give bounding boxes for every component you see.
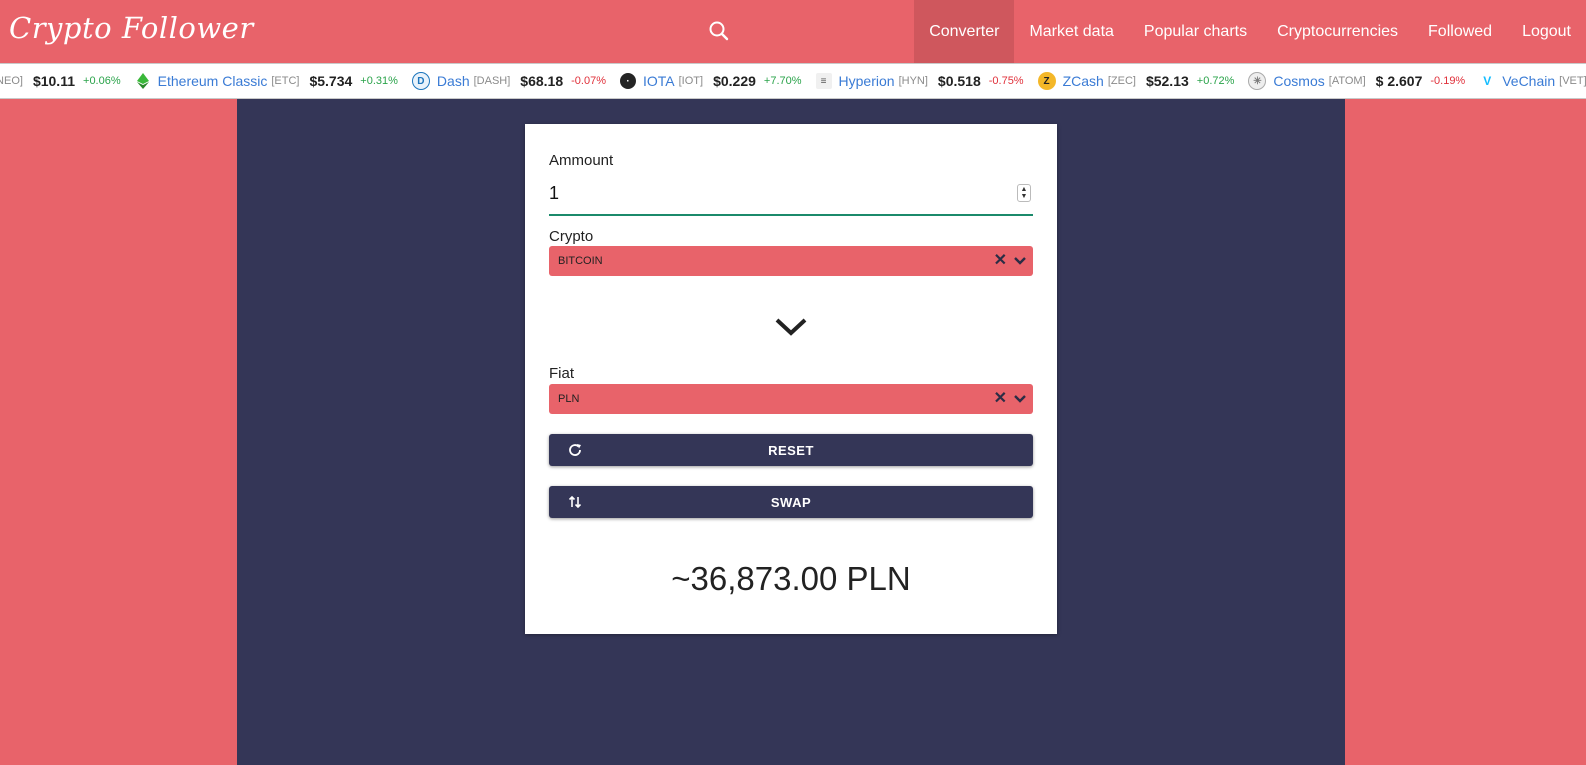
ticker-change: -0.07% <box>571 75 606 87</box>
ticker-name: Cosmos <box>1273 73 1325 89</box>
crypto-clear-icon[interactable]: ✕ <box>994 252 1007 270</box>
fiat-label: Fiat <box>549 365 575 382</box>
ticker-item-vechain[interactable]: V VeChain [VET] <box>1479 73 1586 89</box>
ticker-price: $68.18 <box>520 73 564 89</box>
ticker-price: $10.11 <box>32 73 76 89</box>
ticker-symbol: [ZEC] <box>1107 75 1136 87</box>
ticker-name: VeChain <box>1502 73 1556 89</box>
price-ticker: [NEO] $10.11 +0.06% Ethereum Classic [ET… <box>0 63 1586 99</box>
crypto-chevron-down-icon[interactable] <box>1013 254 1027 268</box>
fiat-clear-icon[interactable]: ✕ <box>994 390 1007 408</box>
ticker-item-etc[interactable]: Ethereum Classic [ETC] $5.734 +0.31% <box>135 73 398 89</box>
brand-logo[interactable]: Crypto Follower <box>9 11 254 45</box>
cosmos-icon: ✳ <box>1248 72 1267 90</box>
ticker-item-dash[interactable]: D Dash [DASH] $68.18 -0.07% <box>411 72 606 90</box>
ticker-symbol: [DASH] <box>473 75 511 87</box>
ticker-symbol: [IOT] <box>678 75 704 87</box>
nav-popular-charts[interactable]: Popular charts <box>1129 0 1262 63</box>
ticker-change: -0.75% <box>988 75 1024 87</box>
nav-market-data[interactable]: Market data <box>1014 0 1128 63</box>
search-icon[interactable] <box>706 18 732 44</box>
ticker-change: -0.19% <box>1430 75 1466 87</box>
ticker-item-neo[interactable]: [NEO] $10.11 +0.06% <box>0 73 121 89</box>
hyperion-icon: ≡ <box>815 73 832 89</box>
nav-cryptocurrencies[interactable]: Cryptocurrencies <box>1262 0 1413 63</box>
crypto-label: Crypto <box>549 228 594 245</box>
ticker-name: Dash <box>436 73 470 89</box>
ticker-item-iota[interactable]: · IOTA [IOT] $0.229 +7.70% <box>619 73 802 89</box>
reset-button[interactable]: RESET <box>549 434 1033 466</box>
reset-button-label: RESET <box>768 443 814 458</box>
ticker-price: $ 2.607 <box>1375 73 1423 89</box>
stepper-down-icon[interactable]: ▼ <box>1021 193 1028 200</box>
nav-links: Converter Market data Popular charts Cry… <box>914 0 1586 63</box>
amount-stepper[interactable]: ▲ ▼ <box>1017 184 1031 202</box>
fiat-chevron-down-icon[interactable] <box>1013 392 1027 406</box>
vechain-icon: V <box>1483 74 1492 88</box>
crypto-select-value: BITCOIN <box>558 255 603 267</box>
navbar: Crypto Follower Converter Market data Po… <box>0 0 1586 63</box>
ticker-symbol: [ETC] <box>271 75 300 87</box>
ticker-item-cosmos[interactable]: ✳ Cosmos [ATOM] $ 2.607 -0.19% <box>1248 72 1465 90</box>
ticker-price: $0.229 <box>713 73 756 89</box>
swap-button-label: SWAP <box>770 495 812 510</box>
converter-card: Ammount ▲ ▼ Crypto BITCOIN ✕ Fiat PLN ✕ <box>525 124 1057 634</box>
nav-followed[interactable]: Followed <box>1413 0 1507 63</box>
fiat-select[interactable]: PLN ✕ <box>549 384 1033 414</box>
ticker-item-hyperion[interactable]: ≡ Hyperion [HYN] $0.518 -0.75% <box>815 73 1024 89</box>
ticker-symbol: [VET] <box>1559 75 1586 87</box>
ticker-change: +0.31% <box>360 75 398 87</box>
ticker-name: Hyperion <box>838 73 895 89</box>
ticker-name: IOTA <box>642 73 675 89</box>
ticker-track: [NEO] $10.11 +0.06% Ethereum Classic [ET… <box>0 64 1586 98</box>
ticker-item-zcash[interactable]: Z ZCash [ZEC] $52.13 +0.72% <box>1037 72 1235 90</box>
ticker-symbol: [NEO] <box>0 75 23 87</box>
ticker-price: $0.518 <box>937 73 981 89</box>
conversion-result: ~36,873.00 PLN <box>671 560 911 597</box>
fiat-select-value: PLN <box>558 393 580 405</box>
ticker-symbol: [ATOM] <box>1328 75 1366 87</box>
iota-icon: · <box>619 73 636 89</box>
ticker-symbol: [HYN] <box>898 75 928 87</box>
ticker-change: +0.06% <box>83 75 121 87</box>
ticker-price: $5.734 <box>309 73 353 89</box>
amount-input[interactable] <box>549 178 1009 208</box>
ticker-change: +7.70% <box>763 75 802 87</box>
swap-button[interactable]: SWAP <box>549 486 1033 518</box>
ticker-price: $52.13 <box>1145 73 1189 89</box>
zcash-icon: Z <box>1037 72 1056 90</box>
chevron-down-icon[interactable] <box>773 314 809 340</box>
stepper-up-icon[interactable]: ▲ <box>1021 186 1028 193</box>
ticker-change: +0.72% <box>1196 75 1235 87</box>
nav-converter[interactable]: Converter <box>914 0 1015 63</box>
ethereum-classic-icon <box>135 73 151 89</box>
nav-logout[interactable]: Logout <box>1507 0 1586 63</box>
dash-icon: D <box>411 72 430 90</box>
crypto-select[interactable]: BITCOIN ✕ <box>549 246 1033 276</box>
amount-field: ▲ ▼ <box>549 172 1033 216</box>
amount-label: Ammount <box>549 152 614 169</box>
ticker-name: ZCash <box>1062 73 1104 89</box>
ticker-name: Ethereum Classic <box>157 73 268 89</box>
